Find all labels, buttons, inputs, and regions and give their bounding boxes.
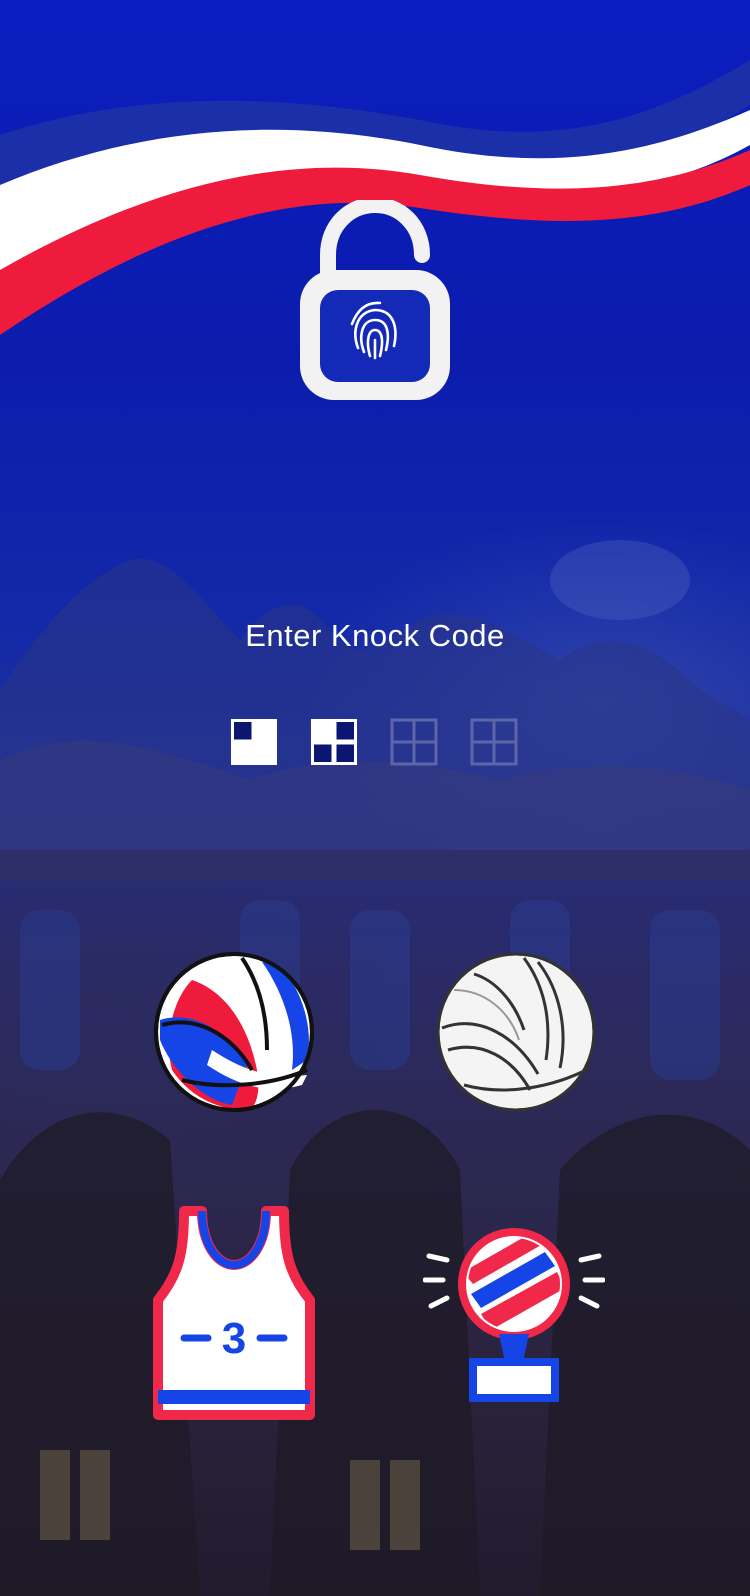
knock-indicator-3 — [390, 718, 438, 766]
knock-indicator-2 — [310, 718, 358, 766]
knock-code-progress — [0, 718, 750, 768]
jersey-icon: 3 — [153, 1206, 315, 1420]
volleyball-color-button[interactable] — [152, 950, 316, 1114]
jersey-button[interactable]: 3 — [150, 1205, 318, 1420]
knock-indicator-4 — [470, 718, 518, 766]
jersey-number: 3 — [222, 1314, 246, 1363]
players-background — [0, 850, 750, 1596]
volleyball-white-icon — [436, 952, 596, 1112]
fingerprint-lock-icon — [300, 196, 450, 410]
trophy-button[interactable] — [423, 1222, 605, 1406]
page-title: Enter Knock Code — [245, 618, 505, 653]
trophy-icon — [423, 1228, 605, 1402]
volleyball-color-icon — [154, 952, 314, 1112]
volleyball-white-button[interactable] — [434, 950, 598, 1114]
knock-indicator-1 — [230, 718, 278, 766]
mountain-background — [0, 540, 750, 880]
